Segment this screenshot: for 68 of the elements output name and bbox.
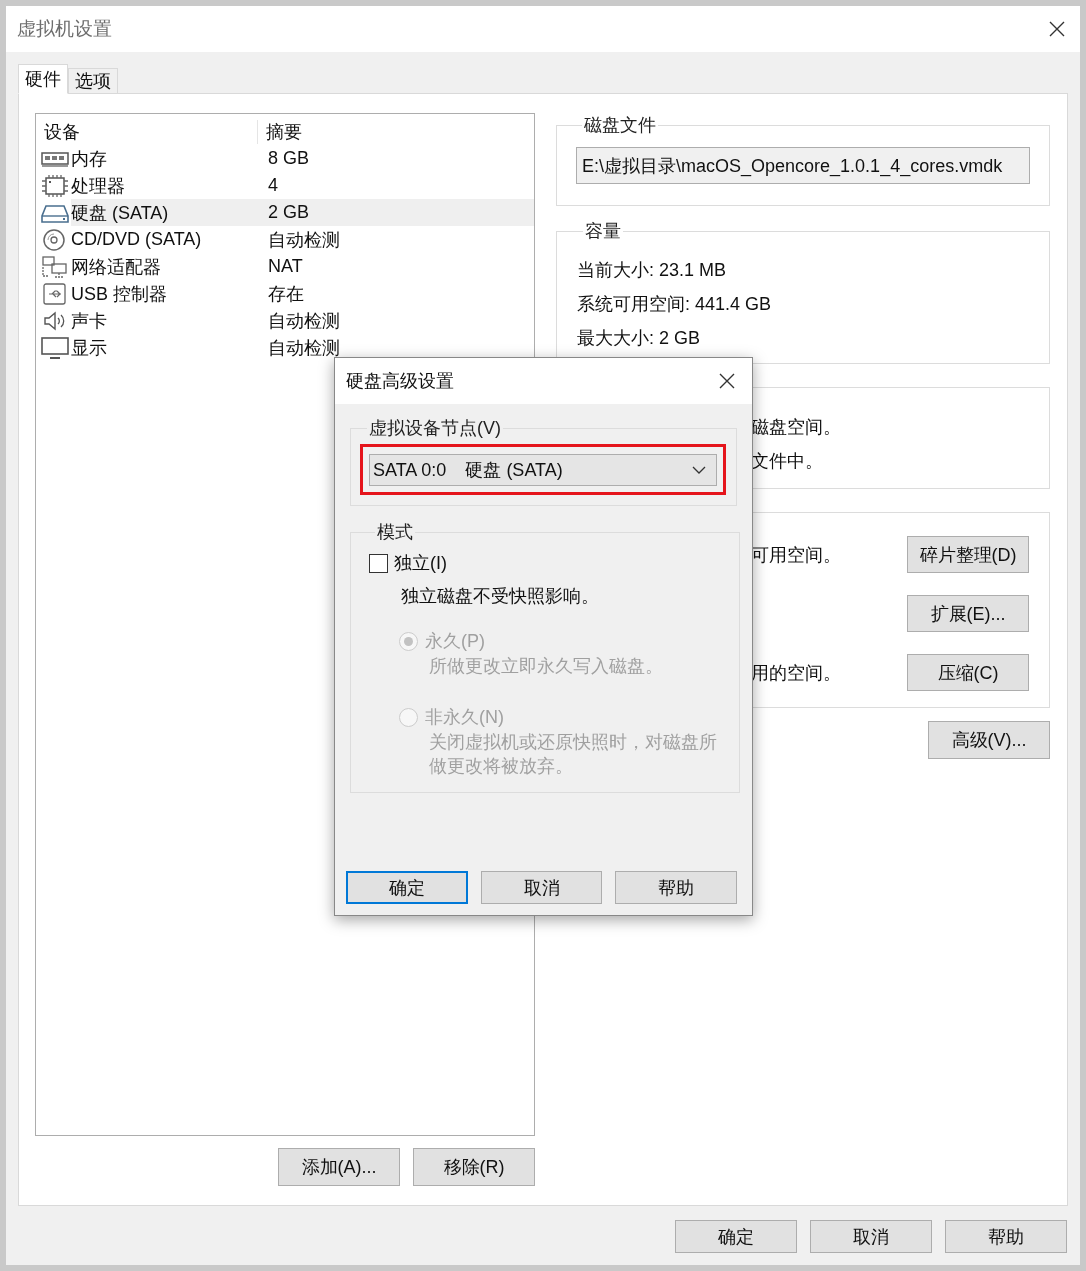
tab[interactable]: 硬件 — [18, 64, 68, 94]
dialog-title: 硬盘高级设置 — [346, 370, 454, 393]
radio-label: 非永久(N) — [425, 706, 504, 729]
capacity-text: 当前大小: 23.1 MB — [577, 259, 728, 282]
utility-button[interactable]: 碎片整理(D) — [907, 536, 1029, 573]
capacity-text: 系统可用空间: 441.4 GB — [577, 293, 773, 316]
device-name: 显示 — [71, 336, 108, 360]
info-text: 用的空间。 — [751, 661, 841, 685]
description-text: 关闭虚拟机或还原快照时，对磁盘所做更改将被放弃。 — [429, 731, 718, 778]
device-summary: NAT — [267, 256, 303, 277]
description-text: 独立磁盘不受快照影响。 — [401, 585, 600, 608]
device-summary: 存在 — [267, 282, 304, 306]
list-row[interactable]: 处理器 4 — [71, 172, 534, 199]
device-name: 处理器 — [71, 174, 126, 198]
device-name: 内存 — [71, 147, 108, 171]
list-row[interactable]: 网络适配器 NAT — [71, 253, 534, 280]
list-row[interactable]: 显示 自动检测 — [71, 334, 534, 361]
network-icon — [41, 255, 69, 278]
dropdown[interactable]: SATA 0:0 硬盘 (SATA) — [369, 454, 717, 486]
device-summary: 自动检测 — [267, 228, 340, 252]
dialog-button[interactable]: 确定 — [346, 871, 468, 904]
device-name: 声卡 — [71, 309, 108, 333]
device-summary: 自动检测 — [267, 336, 340, 360]
checkbox-label: 独立(I) — [394, 552, 447, 575]
checkbox[interactable] — [369, 553, 388, 573]
group-title: 磁盘文件 — [583, 114, 657, 137]
device-summary: 4 — [267, 175, 278, 196]
info-text: 可用空间。 — [751, 543, 841, 567]
usb-icon — [41, 282, 69, 305]
path-field[interactable]: E:\虚拟目录\macOS_Opencore_1.0.1_4_cores.vmdk — [576, 147, 1030, 184]
list-row[interactable]: 硬盘 (SATA) 2 GB — [71, 199, 534, 226]
utility-button[interactable]: 扩展(E)... — [907, 595, 1029, 632]
dialog-button[interactable]: 确定 — [675, 1220, 797, 1253]
utility-button[interactable]: 压缩(C) — [907, 654, 1029, 691]
device-name: 硬盘 (SATA) — [71, 201, 170, 225]
radio-label: 永久(P) — [425, 630, 485, 653]
dialog-button[interactable]: 取消 — [810, 1220, 932, 1253]
list-row[interactable]: 声卡 自动检测 — [71, 307, 534, 334]
group-title: 模式 — [376, 521, 414, 544]
list-button[interactable]: 添加(A)... — [278, 1148, 400, 1186]
list-row[interactable]: 内存 8 GB — [71, 145, 534, 172]
column-header: 摘要 — [265, 120, 302, 144]
caret-icon — [692, 465, 706, 475]
list-button[interactable]: 移除(R) — [413, 1148, 535, 1186]
tab[interactable]: 选项 — [68, 68, 118, 94]
info-text: 文件中。 — [751, 450, 824, 473]
device-summary: 8 GB — [267, 148, 310, 169]
dialog-button[interactable]: 帮助 — [615, 871, 737, 904]
list-row[interactable]: USB 控制器 存在 — [71, 280, 534, 307]
close-icon[interactable] — [1048, 20, 1066, 38]
description-text: 所做更改立即永久写入磁盘。 — [429, 655, 664, 678]
advanced-button[interactable]: 高级(V)... — [928, 721, 1050, 759]
column-header: 设备 — [36, 119, 258, 144]
device-summary: 自动检测 — [267, 309, 340, 333]
dialog-button[interactable]: 取消 — [480, 871, 603, 904]
chip-icon — [41, 174, 69, 197]
group-title: 容量 — [584, 220, 622, 243]
device-name: USB 控制器 — [71, 282, 168, 306]
dialog-button[interactable]: 帮助 — [945, 1220, 1067, 1253]
group-title: 虚拟设备节点(V) — [368, 417, 502, 440]
monitor-icon — [41, 336, 69, 359]
window-title: 虚拟机设置 — [17, 17, 112, 41]
close-icon[interactable] — [718, 372, 736, 390]
device-summary: 2 GB — [267, 202, 310, 223]
list-row[interactable]: CD/DVD (SATA) 自动检测 — [71, 226, 534, 253]
device-name: 网络适配器 — [71, 255, 162, 279]
device-name: CD/DVD (SATA) — [71, 229, 203, 250]
capacity-text: 最大大小: 2 GB — [577, 327, 702, 350]
